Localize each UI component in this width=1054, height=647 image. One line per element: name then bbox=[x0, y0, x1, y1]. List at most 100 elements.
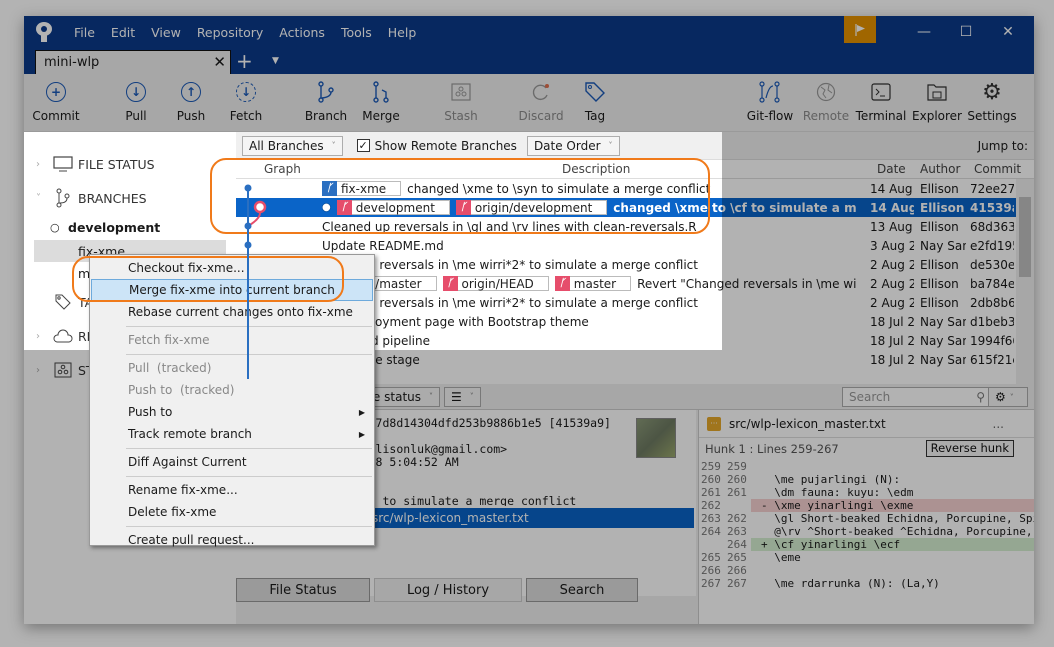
stash-button[interactable]: Stash bbox=[431, 80, 491, 123]
sidebar-file-status[interactable]: › FILE STATUS bbox=[36, 154, 155, 174]
push-button[interactable]: ↑ Push bbox=[161, 80, 221, 123]
branch-button[interactable]: Branch bbox=[296, 80, 356, 123]
branch-icon bbox=[52, 188, 74, 208]
menu-view[interactable]: View bbox=[143, 25, 189, 40]
menu-actions[interactable]: Actions bbox=[271, 25, 333, 40]
branch-filter-dropdown[interactable]: All Branches ˅ bbox=[242, 135, 343, 156]
menu-item-label: Pull (tracked) bbox=[128, 361, 212, 375]
menu-tools[interactable]: Tools bbox=[333, 25, 380, 40]
branch-name: development bbox=[68, 219, 161, 235]
menu-item-push-to[interactable]: Push to ▶ bbox=[91, 401, 373, 423]
tag-button[interactable]: Tag bbox=[565, 80, 625, 123]
discard-button[interactable]: Discard bbox=[511, 80, 571, 123]
menu-help[interactable]: Help bbox=[380, 25, 425, 40]
menu-item-rebase-current-changes-onto-fix-xme[interactable]: Rebase current changes onto fix-xme bbox=[91, 301, 373, 323]
commit-row[interactable]: Cleaned up reversals in \gl and \rv line… bbox=[236, 217, 1016, 236]
line-code: + \cf yinarlingi \ecf bbox=[751, 538, 1034, 551]
merge-button[interactable]: Merge bbox=[351, 80, 411, 123]
tab-file-status[interactable]: File Status bbox=[236, 578, 370, 602]
list-style-dropdown[interactable]: ☰ ˅ bbox=[444, 386, 481, 407]
sidebar-branches[interactable]: ˅ BRANCHES bbox=[36, 188, 147, 208]
column-author[interactable]: Author bbox=[920, 162, 960, 176]
close-window-button[interactable]: ✕ bbox=[988, 16, 1028, 48]
app-logo-icon bbox=[34, 22, 54, 42]
commit-description: Cleaned up reversals in \gl and \rv line… bbox=[322, 220, 856, 234]
tab-log-history[interactable]: Log / History bbox=[374, 578, 522, 602]
commit-button[interactable]: + Commit bbox=[26, 80, 86, 123]
hunk-header: Hunk 1 : Lines 259-267 Reverse hunk bbox=[699, 438, 1034, 460]
commit-hash: ba784e6 bbox=[970, 276, 1014, 291]
menu-item-rename-fix-xme[interactable]: Rename fix-xme... bbox=[91, 479, 373, 501]
menu-item-push-to-tracked[interactable]: Push to (tracked) bbox=[91, 379, 373, 401]
line-code: @\rv ^Short-beaked ^Echidna, Porcupine, bbox=[761, 525, 1033, 538]
menu-item-fetch-fix-xme[interactable]: Fetch fix-xme bbox=[91, 329, 373, 351]
settings-button[interactable]: ⚙ Settings bbox=[962, 80, 1022, 124]
old-line-number: 263 bbox=[701, 512, 721, 525]
commit-row[interactable]: ᚴ fix-xme changed \xme to \syn to simulate… bbox=[236, 179, 1016, 198]
branch-label[interactable]: ᚴ origin/HEAD bbox=[442, 276, 549, 291]
tab-search[interactable]: Search bbox=[526, 578, 638, 602]
file-options-button[interactable]: ... bbox=[993, 417, 1004, 431]
commit-author: Nay San bbox=[920, 333, 966, 348]
chevron-down-icon: ˅ bbox=[36, 192, 41, 204]
fetch-button[interactable]: ↓ Fetch bbox=[216, 80, 276, 123]
close-tab-icon[interactable]: ✕ bbox=[213, 53, 226, 71]
terminal-button[interactable]: Terminal bbox=[851, 80, 911, 123]
branch-label[interactable]: ᚴ development bbox=[336, 200, 450, 215]
commit-description: Changed reversals in \me wirri*2* to sim… bbox=[322, 296, 856, 310]
branch-label[interactable]: ᚴ origin/development bbox=[455, 200, 608, 215]
log-scrollbar[interactable] bbox=[1016, 179, 1034, 384]
menu-item-label: Diff Against Current bbox=[128, 455, 247, 469]
column-commit[interactable]: Commit bbox=[974, 162, 1021, 176]
gitflow-button[interactable]: Git-flow bbox=[740, 80, 800, 123]
view-tabs: File Status Log / History Search bbox=[236, 578, 642, 604]
menu-item-pull-tracked[interactable]: Pull (tracked) bbox=[91, 357, 373, 379]
commit-description: Update README.md bbox=[322, 239, 856, 253]
commit-row[interactable]: ● ᚴ development ᚴ origin/development changed … bbox=[236, 198, 1016, 217]
graph-node bbox=[244, 184, 252, 192]
remote-button[interactable]: Remote bbox=[796, 80, 856, 123]
branch-label[interactable]: ᚴ master bbox=[554, 276, 632, 291]
menu-item-diff-against-current[interactable]: Diff Against Current bbox=[91, 451, 373, 473]
branch-item-development[interactable]: ○ development bbox=[34, 216, 226, 238]
menu-item-track-remote-branch[interactable]: Track remote branch ▶ bbox=[91, 423, 373, 445]
menu-repository[interactable]: Repository bbox=[189, 25, 271, 40]
menu-item-delete-fix-xme[interactable]: Delete fix-xme bbox=[91, 501, 373, 523]
maximize-button[interactable]: ☐ bbox=[946, 16, 986, 48]
submenu-arrow-icon: ▶ bbox=[358, 407, 365, 417]
new-tab-button[interactable]: + bbox=[236, 49, 253, 73]
stash-icon bbox=[449, 80, 473, 104]
commit-message: Revert "Changed reversals in \me wirri*2… bbox=[637, 276, 856, 291]
branch-label[interactable]: ᚴ fix-xme bbox=[322, 181, 402, 196]
diff-options-button[interactable]: ⚙ ˅ bbox=[988, 387, 1028, 407]
column-graph[interactable]: Graph bbox=[264, 162, 301, 176]
menu-edit[interactable]: Edit bbox=[103, 25, 143, 40]
globe-icon bbox=[814, 80, 838, 104]
diff-search-input[interactable]: Search ⚲ bbox=[842, 387, 992, 407]
terminal-icon bbox=[869, 80, 893, 104]
repo-tab[interactable]: mini-wlp ✕ bbox=[35, 50, 231, 74]
menu-separator bbox=[126, 526, 372, 527]
pull-button[interactable]: ↓ Pull bbox=[106, 80, 166, 123]
menu-item-create-pull-request[interactable]: Create pull request... bbox=[91, 529, 373, 551]
menu-item-merge-fix-xme-into-current-branch[interactable]: Merge fix-xme into current branch bbox=[91, 279, 373, 301]
reverse-hunk-button[interactable]: Reverse hunk bbox=[925, 440, 1014, 457]
old-line-number: 267 bbox=[701, 577, 721, 590]
show-remote-branches-checkbox[interactable]: ✓ Show Remote Branches bbox=[356, 139, 517, 153]
menu-file[interactable]: File bbox=[66, 25, 103, 40]
explorer-button[interactable]: Explorer bbox=[907, 80, 967, 123]
commit-description: ᚴ fix-xme changed \xme to \syn to simulate… bbox=[322, 181, 856, 196]
order-dropdown[interactable]: Date Order ˅ bbox=[526, 135, 620, 156]
terminal-label: Terminal bbox=[855, 109, 907, 123]
commit-row[interactable]: Update README.md 3 Aug 2 Nay San e2fd195 bbox=[236, 236, 1016, 255]
commit-label: Commit bbox=[32, 109, 80, 123]
column-description[interactable]: Description bbox=[562, 162, 630, 176]
menu-item-checkout-fix-xme[interactable]: Checkout fix-xme... bbox=[91, 257, 373, 279]
commit-author: Nay San bbox=[920, 314, 966, 329]
minimize-button[interactable]: — bbox=[904, 16, 944, 48]
notification-flag-button[interactable] bbox=[844, 16, 876, 43]
scroll-thumb[interactable] bbox=[1019, 197, 1031, 277]
tab-dropdown-button[interactable]: ▼ bbox=[272, 56, 279, 66]
line-code: - \xme yinarlingi \exme bbox=[751, 499, 1034, 512]
column-date[interactable]: Date bbox=[877, 162, 906, 176]
